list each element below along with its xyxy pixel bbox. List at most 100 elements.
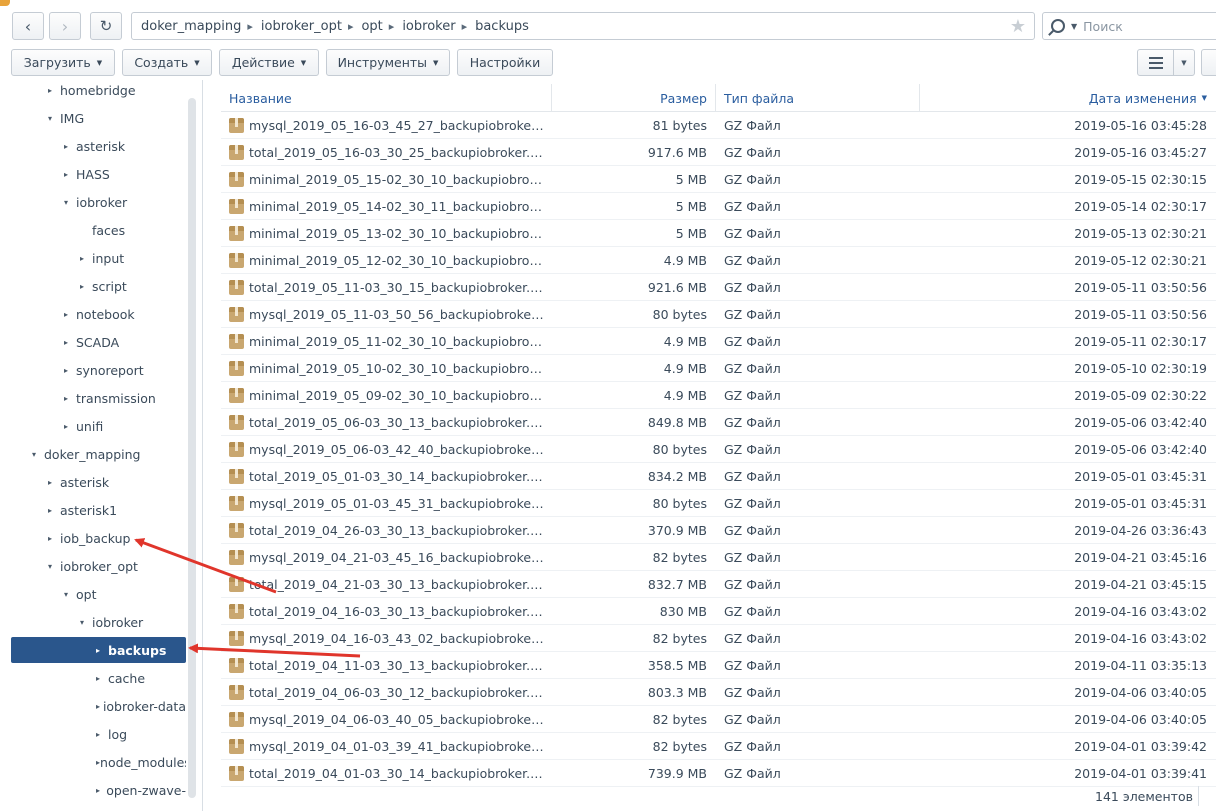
breadcrumb-item[interactable]: doker_mapping bbox=[141, 19, 241, 34]
tree-item[interactable]: ▸ transmission bbox=[64, 387, 186, 409]
tree-item[interactable]: ▸ backups bbox=[11, 637, 186, 663]
collapsed-arrow-icon[interactable]: ▸ bbox=[48, 534, 60, 543]
tree-item[interactable]: ▸ SCADA bbox=[64, 331, 186, 353]
forward-button[interactable]: › bbox=[49, 12, 81, 40]
table-row[interactable]: mysql_2019_04_06-03_40_05_backupiobroker… bbox=[221, 706, 1216, 733]
table-row[interactable]: total_2019_04_06-03_30_12_backupiobroker… bbox=[221, 679, 1216, 706]
tree-item[interactable]: ▸ homebridge bbox=[48, 80, 186, 101]
favorite-star-icon[interactable]: ★ bbox=[1010, 16, 1026, 37]
collapsed-arrow-icon[interactable]: ▸ bbox=[64, 310, 76, 319]
view-dropdown-icon[interactable]: ▼ bbox=[1174, 50, 1194, 75]
tree-item[interactable]: ▸ HASS bbox=[64, 163, 186, 185]
table-row[interactable]: minimal_2019_05_12-02_30_10_backupiobrok… bbox=[221, 247, 1216, 274]
search-input[interactable] bbox=[1083, 18, 1194, 34]
table-row[interactable]: total_2019_05_16-03_30_25_backupiobroker… bbox=[221, 139, 1216, 166]
collapsed-arrow-icon[interactable]: ▸ bbox=[64, 142, 76, 151]
breadcrumb-item[interactable]: iobroker_opt bbox=[261, 19, 342, 34]
view-mode-button[interactable]: ▼ bbox=[1137, 49, 1195, 76]
tree-item[interactable]: ▸ input bbox=[80, 247, 186, 269]
table-row[interactable]: total_2019_05_01-03_30_14_backupiobroker… bbox=[221, 463, 1216, 490]
column-divider[interactable] bbox=[715, 84, 716, 111]
table-row[interactable]: total_2019_04_21-03_30_13_backupiobroker… bbox=[221, 571, 1216, 598]
tree-item[interactable]: ▸ log bbox=[96, 723, 186, 745]
collapsed-arrow-icon[interactable]: ▸ bbox=[96, 786, 106, 795]
tree-item[interactable]: ▾ iobroker bbox=[64, 191, 186, 213]
table-row[interactable]: mysql_2019_04_21-03_45_16_backupiobroker… bbox=[221, 544, 1216, 571]
expanded-arrow-icon[interactable]: ▾ bbox=[64, 198, 76, 207]
settings-button[interactable]: Настройки bbox=[457, 49, 553, 76]
tree-item[interactable]: ▸ open-zwave- bbox=[96, 779, 186, 801]
collapsed-arrow-icon[interactable]: ▸ bbox=[64, 338, 76, 347]
back-button[interactable]: ‹ bbox=[12, 12, 44, 40]
path-bar[interactable]: doker_mapping ▸ iobroker_opt ▸ opt ▸ iobrok… bbox=[131, 12, 1035, 40]
table-row[interactable]: total_2019_04_26-03_30_13_backupiobroker… bbox=[221, 517, 1216, 544]
search-box[interactable]: ▼ bbox=[1042, 12, 1216, 40]
table-row[interactable]: total_2019_05_06-03_30_13_backupiobroker… bbox=[221, 409, 1216, 436]
tree-item[interactable]: ▸ script bbox=[80, 275, 186, 297]
table-row[interactable]: mysql_2019_04_16-03_43_02_backupiobroker… bbox=[221, 625, 1216, 652]
column-header-size[interactable]: Размер bbox=[551, 84, 707, 112]
collapsed-arrow-icon[interactable]: ▸ bbox=[64, 394, 76, 403]
expanded-arrow-icon[interactable]: ▾ bbox=[64, 590, 76, 599]
breadcrumb-item[interactable]: iobroker bbox=[402, 19, 455, 34]
tree-item[interactable]: ▾ iobroker_opt bbox=[48, 555, 186, 577]
tree-item[interactable]: ▸ asterisk bbox=[64, 135, 186, 157]
table-row[interactable]: total_2019_04_01-03_30_14_backupiobroker… bbox=[221, 760, 1216, 787]
tree-item[interactable]: ▸ unifi bbox=[64, 415, 186, 437]
tree-item[interactable]: ▸ synoreport bbox=[64, 359, 186, 381]
tree-item[interactable]: ▸ iobroker-data bbox=[96, 695, 186, 717]
tree-item[interactable]: ▸ node_modules bbox=[96, 751, 186, 773]
tree-item[interactable]: ▾ IMG bbox=[48, 107, 186, 129]
table-row[interactable]: minimal_2019_05_14-02_30_11_backupiobrok… bbox=[221, 193, 1216, 220]
column-header-name[interactable]: Название bbox=[229, 84, 292, 112]
more-button[interactable] bbox=[1201, 49, 1216, 76]
tree-item[interactable]: ▾ opt bbox=[64, 583, 186, 605]
action-button[interactable]: Действие ▼ bbox=[219, 49, 319, 76]
table-row[interactable]: minimal_2019_05_11-02_30_10_backupiobrok… bbox=[221, 328, 1216, 355]
tree-item[interactable]: ▸ cache bbox=[96, 667, 186, 689]
table-row[interactable]: mysql_2019_05_01-03_45_31_backupiobroker… bbox=[221, 490, 1216, 517]
upload-button[interactable]: Загрузить ▼ bbox=[11, 49, 115, 76]
tree-item[interactable]: ▸ iob_backup bbox=[48, 527, 186, 549]
table-row[interactable]: total_2019_05_11-03_30_15_backupiobroker… bbox=[221, 274, 1216, 301]
expanded-arrow-icon[interactable]: ▾ bbox=[48, 114, 60, 123]
table-row[interactable]: mysql_2019_05_16-03_45_27_backupiobroker… bbox=[221, 112, 1216, 139]
table-row[interactable]: minimal_2019_05_09-02_30_10_backupiobrok… bbox=[221, 382, 1216, 409]
collapsed-arrow-icon[interactable]: ▸ bbox=[96, 730, 108, 739]
breadcrumb-item[interactable]: opt bbox=[361, 19, 382, 34]
tree-item[interactable]: ▸ asterisk1 bbox=[48, 499, 186, 521]
collapsed-arrow-icon[interactable]: ▸ bbox=[96, 646, 108, 655]
collapsed-arrow-icon[interactable]: ▸ bbox=[48, 478, 60, 487]
expanded-arrow-icon[interactable]: ▾ bbox=[80, 618, 92, 627]
collapsed-arrow-icon[interactable]: ▸ bbox=[48, 86, 60, 95]
tree-item[interactable]: ▾ doker_mapping bbox=[32, 443, 186, 465]
collapsed-arrow-icon[interactable]: ▸ bbox=[96, 702, 103, 711]
expanded-arrow-icon[interactable]: ▾ bbox=[48, 562, 60, 571]
collapsed-arrow-icon[interactable]: ▸ bbox=[96, 674, 108, 683]
table-row[interactable]: minimal_2019_05_15-02_30_10_backupiobrok… bbox=[221, 166, 1216, 193]
breadcrumb-item[interactable]: backups bbox=[475, 19, 529, 34]
create-button[interactable]: Создать ▼ bbox=[122, 49, 212, 76]
expanded-arrow-icon[interactable]: ▾ bbox=[32, 450, 44, 459]
tree-item[interactable]: ▸ notebook bbox=[64, 303, 186, 325]
collapsed-arrow-icon[interactable]: ▸ bbox=[64, 366, 76, 375]
search-options-dropdown-icon[interactable]: ▼ bbox=[1071, 22, 1077, 31]
collapsed-arrow-icon[interactable]: ▸ bbox=[64, 422, 76, 431]
tree-item[interactable]: ▾ iobroker bbox=[80, 611, 186, 633]
collapsed-arrow-icon[interactable]: ▸ bbox=[80, 254, 92, 263]
column-header-type[interactable]: Тип файла bbox=[724, 84, 794, 112]
collapsed-arrow-icon[interactable]: ▸ bbox=[48, 506, 60, 515]
refresh-button[interactable]: ↻ bbox=[90, 12, 122, 40]
table-row[interactable]: minimal_2019_05_10-02_30_10_backupiobrok… bbox=[221, 355, 1216, 382]
tree-item[interactable]: faces bbox=[80, 219, 186, 241]
table-row[interactable]: mysql_2019_04_01-03_39_41_backupiobroker… bbox=[221, 733, 1216, 760]
collapsed-arrow-icon[interactable]: ▸ bbox=[80, 282, 92, 291]
table-row[interactable]: mysql_2019_05_11-03_50_56_backupiobroker… bbox=[221, 301, 1216, 328]
collapsed-arrow-icon[interactable]: ▸ bbox=[64, 170, 76, 179]
tree-item[interactable]: ▸ asterisk bbox=[48, 471, 186, 493]
sidebar-scrollbar[interactable] bbox=[188, 98, 196, 798]
table-row[interactable]: total_2019_04_16-03_30_13_backupiobroker… bbox=[221, 598, 1216, 625]
table-row[interactable]: minimal_2019_05_13-02_30_10_backupiobrok… bbox=[221, 220, 1216, 247]
tools-button[interactable]: Инструменты ▼ bbox=[326, 49, 450, 76]
column-divider[interactable] bbox=[919, 84, 920, 111]
